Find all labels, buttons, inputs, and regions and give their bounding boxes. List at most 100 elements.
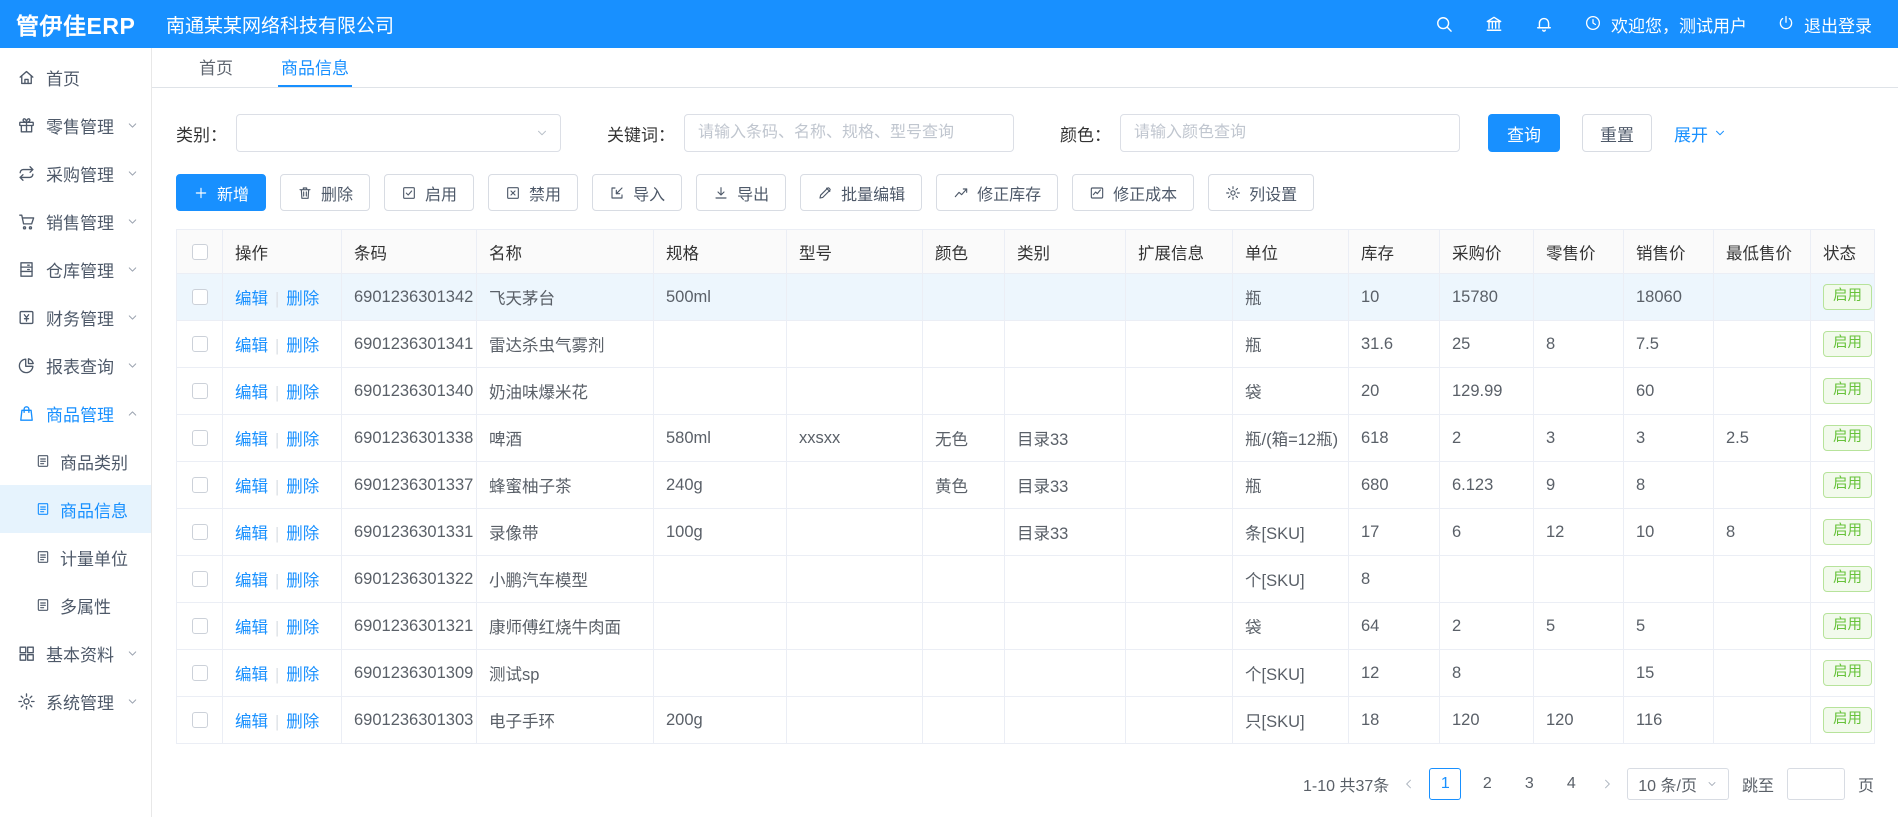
fix-stock-button[interactable]: 修正库存 <box>936 174 1058 211</box>
sidebar-item-label: 销售管理 <box>46 209 114 234</box>
sidebar-item-goods[interactable]: 商品管理 <box>0 389 151 437</box>
row-checkbox[interactable] <box>192 665 208 681</box>
page-1-button[interactable]: 1 <box>1429 768 1461 800</box>
sidebar-item-multi-attr[interactable]: 多属性 <box>0 581 151 629</box>
row-checkbox[interactable] <box>192 383 208 399</box>
cell-retail: 120 <box>1534 697 1624 744</box>
company-name: 南通某某网络科技有限公司 <box>166 11 394 38</box>
button-label: 导出 <box>737 181 769 205</box>
search-submit-button[interactable]: 查询 <box>1488 114 1560 152</box>
column-settings-button[interactable]: 列设置 <box>1208 174 1314 211</box>
delete-link[interactable]: 删除 <box>286 619 319 637</box>
delete-link[interactable]: 删除 <box>286 384 319 402</box>
category-select[interactable] <box>236 114 561 152</box>
sidebar-item-finance[interactable]: 财务管理 <box>0 293 151 341</box>
delete-link[interactable]: 删除 <box>286 525 319 543</box>
status-badge: 启用 <box>1823 472 1872 497</box>
delete-link[interactable]: 删除 <box>286 713 319 731</box>
cell-model <box>787 368 923 415</box>
row-checkbox[interactable] <box>192 336 208 352</box>
clock-icon-wrap <box>1584 14 1604 34</box>
delete-link[interactable]: 删除 <box>286 337 319 355</box>
cell-stock: 18 <box>1349 697 1440 744</box>
delete-link[interactable]: 删除 <box>286 290 319 308</box>
edit-link[interactable]: 编辑 <box>235 713 268 731</box>
cell-name: 啤酒 <box>477 415 654 462</box>
sidebar-item-report[interactable]: 报表查询 <box>0 341 151 389</box>
keyword-input[interactable] <box>684 114 1014 152</box>
page-size-value: 10 条/页 <box>1638 772 1697 796</box>
sidebar-item-label: 首页 <box>46 65 80 90</box>
logout-button[interactable]: 退出登录 <box>1777 12 1872 37</box>
color-input[interactable] <box>1120 114 1460 152</box>
page-size-select[interactable]: 10 条/页 <box>1627 768 1729 800</box>
sidebar-item-sales[interactable]: 销售管理 <box>0 197 151 245</box>
edit-link[interactable]: 编辑 <box>235 572 268 590</box>
next-page-button[interactable] <box>1600 777 1614 791</box>
row-checkbox[interactable] <box>192 571 208 587</box>
jump-page-input[interactable] <box>1787 768 1845 800</box>
edit-link[interactable]: 编辑 <box>235 431 268 449</box>
edit-link[interactable]: 编辑 <box>235 619 268 637</box>
sidebar-item-goods-info[interactable]: 商品信息 <box>0 485 151 533</box>
delete-link[interactable]: 删除 <box>286 666 319 684</box>
delete-link[interactable]: 删除 <box>286 572 319 590</box>
bank-button[interactable] <box>1484 14 1504 34</box>
row-checkbox[interactable] <box>192 524 208 540</box>
sidebar-item-purchase[interactable]: 采购管理 <box>0 149 151 197</box>
edit-link[interactable]: 编辑 <box>235 384 268 402</box>
tab-home[interactable]: 首页 <box>196 48 236 87</box>
row-checkbox[interactable] <box>192 430 208 446</box>
column-header: 最低售价 <box>1714 230 1811 274</box>
tab-goods-info[interactable]: 商品信息 <box>278 48 352 87</box>
disable-button[interactable]: 禁用 <box>488 174 578 211</box>
column-header: 单位 <box>1233 230 1349 274</box>
export-button[interactable]: 导出 <box>696 174 786 211</box>
sidebar-item-basic-data[interactable]: 基本资料 <box>0 629 151 677</box>
chev-down-icon <box>126 647 139 660</box>
import-button[interactable]: 导入 <box>592 174 682 211</box>
sidebar-item-home[interactable]: 首页 <box>0 53 151 101</box>
edit-link[interactable]: 编辑 <box>235 478 268 496</box>
reset-button[interactable]: 重置 <box>1582 114 1652 152</box>
cell-model <box>787 556 923 603</box>
page-4-button[interactable]: 4 <box>1555 768 1587 800</box>
enable-button[interactable]: 启用 <box>384 174 474 211</box>
fix-cost-button[interactable]: 修正成本 <box>1072 174 1194 211</box>
sidebar-item-warehouse[interactable]: 仓库管理 <box>0 245 151 293</box>
search-button[interactable] <box>1434 14 1454 34</box>
bell-button[interactable] <box>1534 14 1554 34</box>
edit-link[interactable]: 编辑 <box>235 337 268 355</box>
sidebar-item-goods-category[interactable]: 商品类别 <box>0 437 151 485</box>
select-all-checkbox[interactable] <box>192 244 208 260</box>
button-label: 禁用 <box>529 181 561 205</box>
delete-button[interactable]: 删除 <box>280 174 370 211</box>
edit-link[interactable]: 编辑 <box>235 666 268 684</box>
page-2-button[interactable]: 2 <box>1471 768 1503 800</box>
row-checkbox[interactable] <box>192 712 208 728</box>
row-checkbox[interactable] <box>192 477 208 493</box>
sidebar-item-retail[interactable]: 零售管理 <box>0 101 151 149</box>
delete-link[interactable]: 删除 <box>286 478 319 496</box>
cell-stock: 12 <box>1349 650 1440 697</box>
power-icon <box>1777 14 1795 32</box>
expand-toggle[interactable]: 展开 <box>1674 121 1727 146</box>
sidebar-item-system[interactable]: 系统管理 <box>0 677 151 725</box>
add-button[interactable]: 新增 <box>176 174 266 211</box>
page-3-button[interactable]: 3 <box>1513 768 1545 800</box>
cell-min <box>1714 368 1811 415</box>
welcome-user[interactable]: 欢迎您，测试用户 <box>1584 12 1747 37</box>
row-checkbox[interactable] <box>192 618 208 634</box>
row-checkbox[interactable] <box>192 289 208 305</box>
cell-spec: 580ml <box>654 415 787 462</box>
chev-down-icon <box>126 167 139 180</box>
delete-link[interactable]: 删除 <box>286 431 319 449</box>
prev-page-button[interactable] <box>1402 777 1416 791</box>
edit-link[interactable]: 编辑 <box>235 290 268 308</box>
sidebar-item-measure-unit[interactable]: 计量单位 <box>0 533 151 581</box>
cell-stock: 64 <box>1349 603 1440 650</box>
app-logo[interactable]: 管伊佳ERP <box>0 7 152 41</box>
batch-edit-button[interactable]: 批量编辑 <box>800 174 922 211</box>
edit-link[interactable]: 编辑 <box>235 525 268 543</box>
table-row: 编辑|删除6901236301341雷达杀虫气雾剂瓶31.62587.5启用 <box>177 321 1875 368</box>
